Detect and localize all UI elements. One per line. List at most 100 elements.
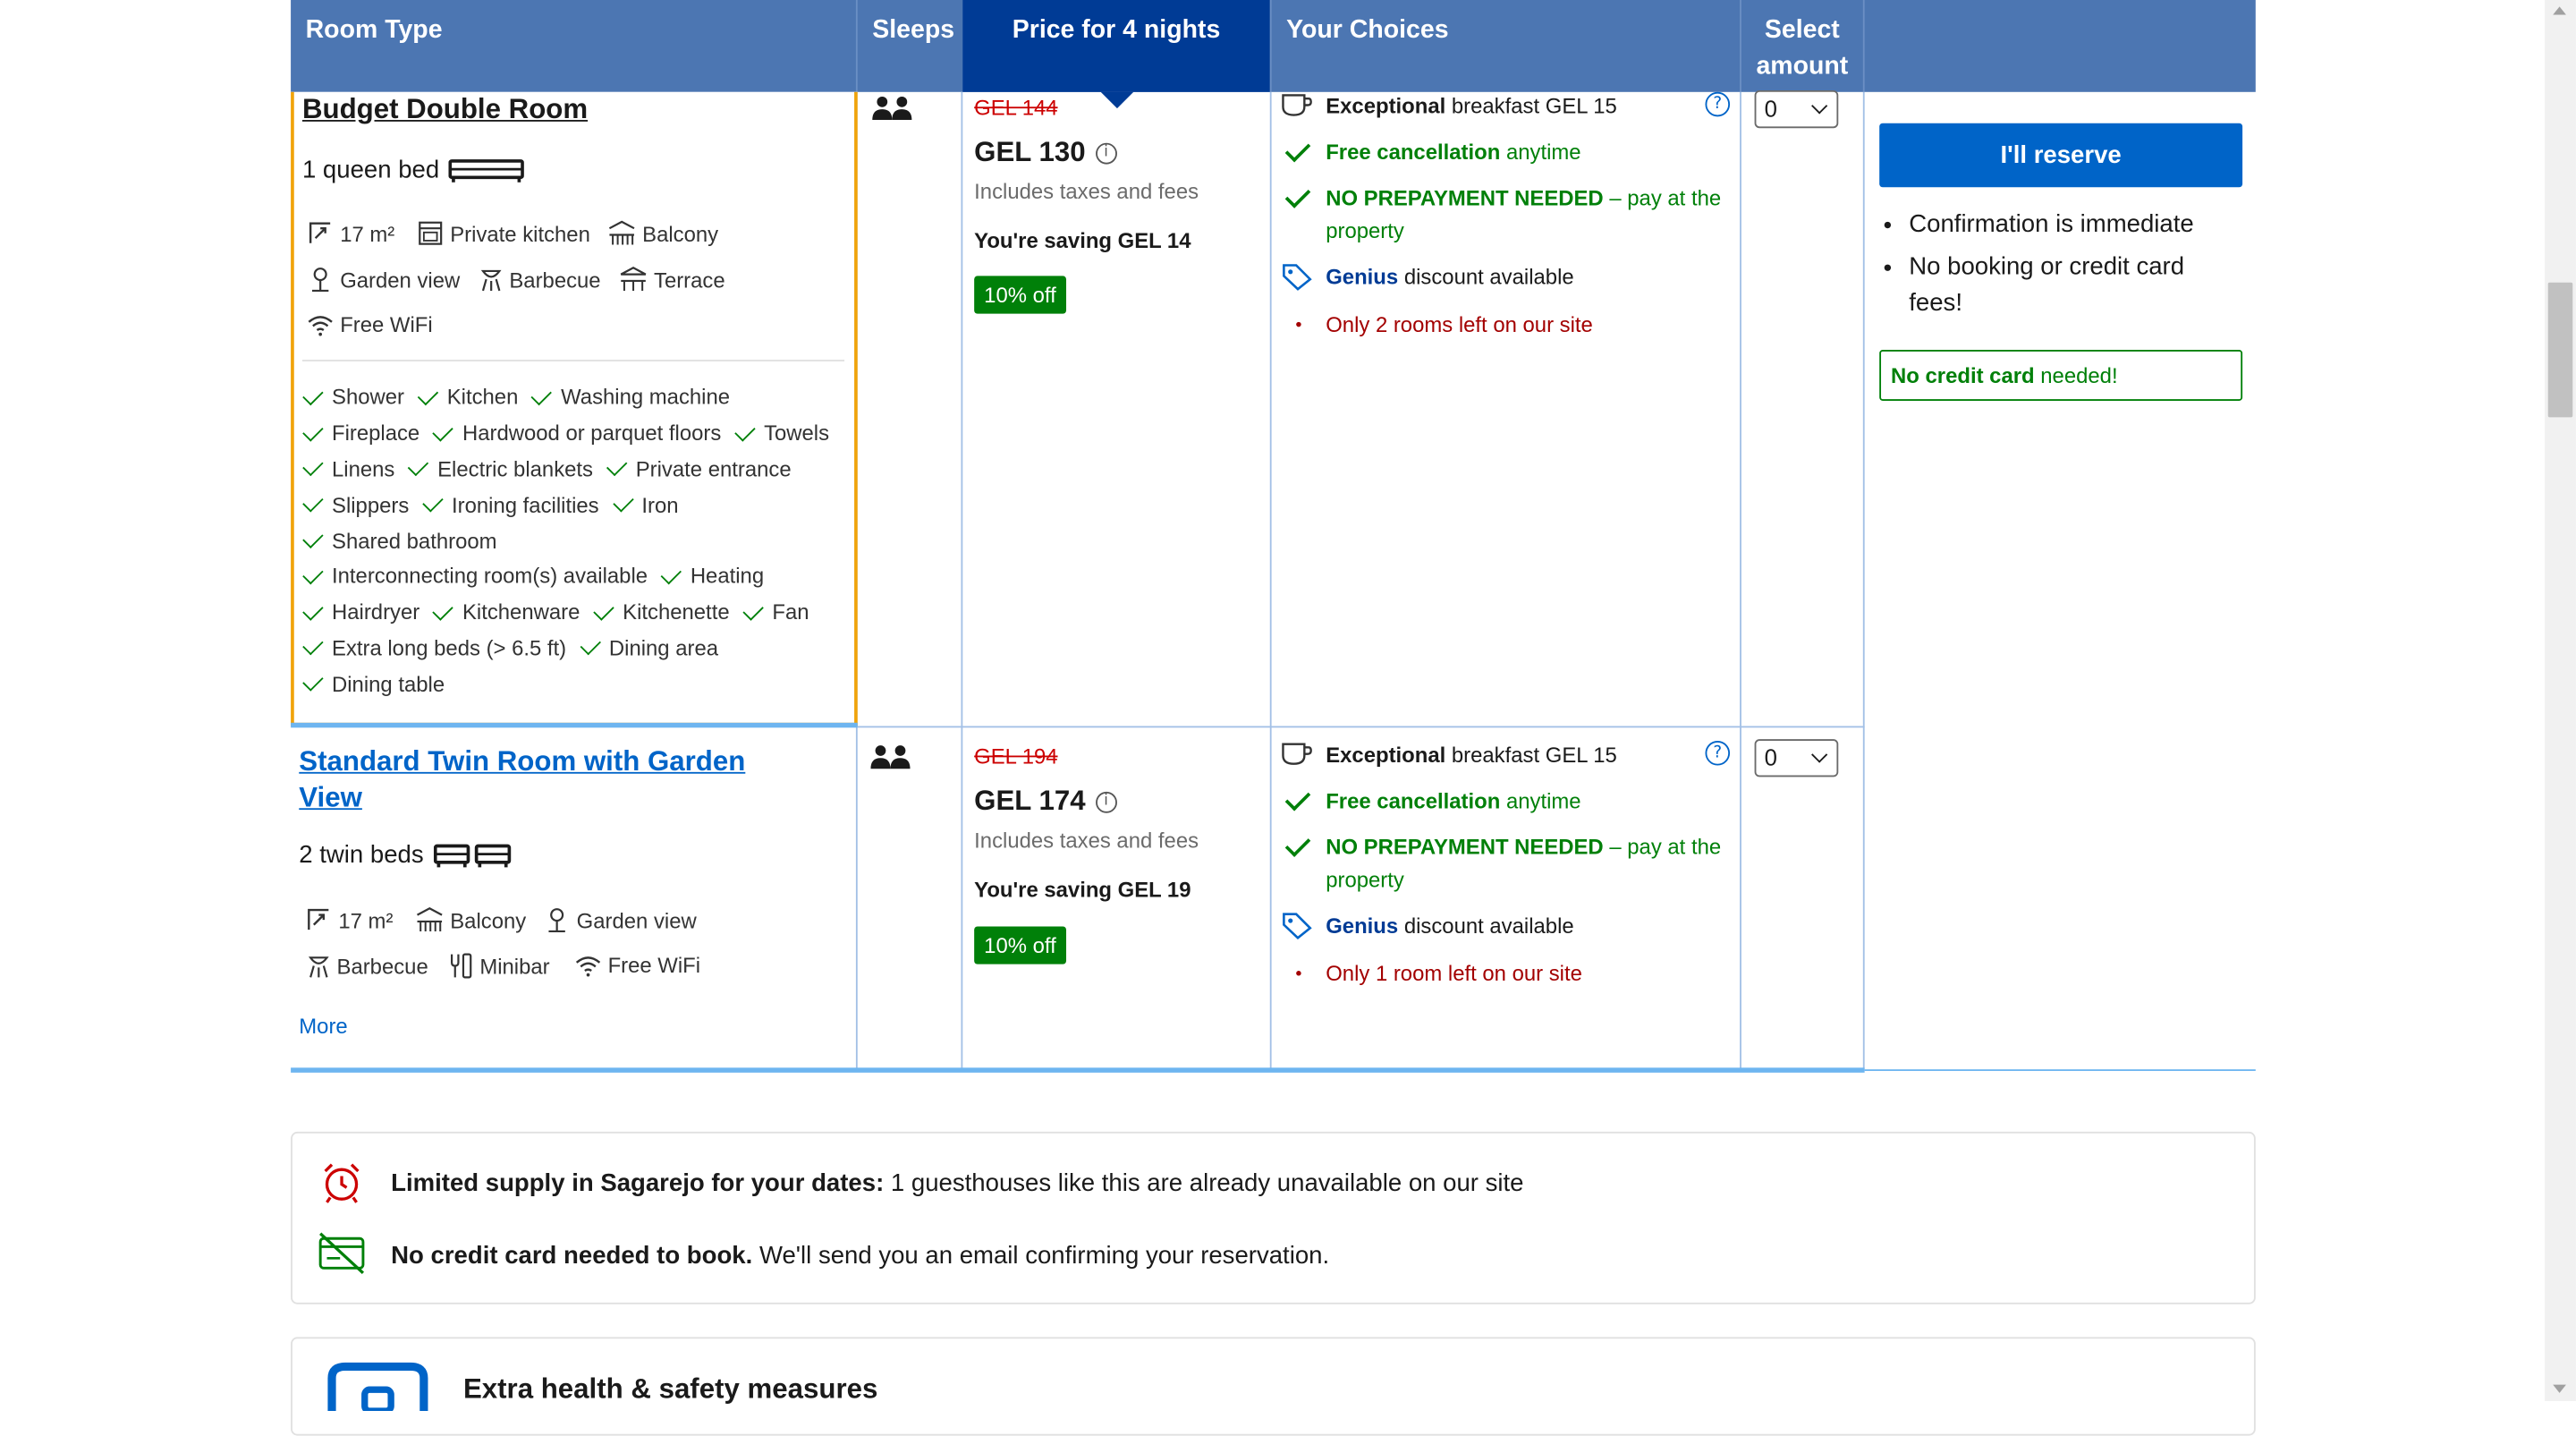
header-price[interactable]: Price for 4 nights (962, 0, 1270, 109)
room-name-link[interactable]: Standard Twin Room with Garden View (299, 744, 825, 817)
header-room-type[interactable]: Room Type (291, 0, 856, 92)
rooms-left-warning: Only 1 room left on our site (1326, 961, 1582, 986)
amenity-item: Private entrance (606, 451, 792, 487)
check-icon (661, 563, 682, 585)
bed-label: 2 twin beds (299, 840, 424, 869)
amenity-item: Slippers (302, 487, 409, 523)
amenity-item: Extra long beds (> 6.5 ft) (302, 630, 566, 666)
scroll-up-arrow-icon[interactable] (2553, 6, 2566, 15)
check-icon (580, 634, 601, 657)
balcony-icon (608, 220, 635, 245)
amenity-item: Linens (302, 451, 394, 487)
health-safety-card: Extra health & safety measures (291, 1337, 2256, 1436)
facility-size: 17 m² (307, 220, 394, 246)
two-guests-icon (870, 745, 911, 769)
amenity-item: Towels (734, 415, 829, 451)
facility-label: Barbecue (509, 267, 601, 292)
amenity-item: Shower (302, 379, 404, 415)
table-bottom-border (1864, 1069, 2256, 1072)
check-icon (593, 599, 614, 621)
amenities-list: Shower Kitchen Washing machine Fireplace… (302, 379, 852, 701)
amenity-item: Dining area (580, 630, 718, 666)
saving-note: You're saving GEL 14 (974, 228, 1191, 253)
row-divider (857, 726, 1865, 728)
facility-label: Minibar (479, 953, 550, 979)
amenity-item: Iron (612, 487, 679, 523)
amenity-item: Hairdryer (302, 594, 419, 630)
help-icon[interactable]: ? (1705, 740, 1731, 766)
facility-balcony: Balcony (416, 906, 527, 932)
check-icon (433, 420, 454, 442)
facility-private-kitchen: Private kitchen (418, 220, 590, 246)
price-info-icon[interactable]: i (1095, 141, 1117, 164)
check-icon (1284, 785, 1311, 811)
bullet-dot (1296, 971, 1301, 976)
check-icon (1284, 136, 1311, 163)
minibar-icon (450, 953, 472, 979)
alarm-clock-icon (324, 1163, 360, 1203)
no-credit-card-box: No credit card needed! (1879, 350, 2243, 401)
header-your-choices: Your Choices (1286, 16, 1449, 45)
table-bottom-border (291, 1067, 1865, 1073)
amenity-item: Kitchenette (593, 594, 730, 630)
kitchen-icon (419, 221, 443, 245)
facility-label: Free WiFi (340, 311, 433, 337)
check-icon (302, 527, 324, 549)
rooms-left-warning: Only 2 rooms left on our site (1326, 311, 1593, 337)
breakfast-cup-icon (1282, 94, 1312, 116)
column-divider (961, 91, 963, 1070)
room-amount-select[interactable]: 0 (1754, 739, 1839, 777)
info-card: Limited supply in Sagarejo for your date… (291, 1131, 2256, 1304)
check-icon (302, 670, 324, 693)
wifi-icon (575, 956, 601, 976)
amenity-item: Dining table (302, 666, 445, 701)
original-price: GEL 194 (974, 743, 1058, 769)
check-icon (302, 491, 324, 514)
facility-label: 17 m² (338, 907, 394, 932)
bullet-dot (1296, 321, 1301, 327)
scrollbar-track[interactable] (2545, 0, 2576, 1402)
benefit-item: No booking or credit card fees! (1909, 250, 2237, 322)
check-icon (606, 455, 628, 478)
header-sleeps[interactable]: Sleeps (858, 0, 962, 92)
facility-label: Free WiFi (607, 952, 701, 978)
breakfast-cup-icon (1282, 743, 1312, 765)
chevron-down-icon (1811, 98, 1828, 115)
free-cancellation: Free cancellation anytime (1326, 140, 1581, 165)
discount-badge: 10% off (974, 276, 1066, 314)
facility-garden-view: Garden view (307, 266, 460, 293)
help-icon[interactable]: ? (1705, 91, 1731, 117)
taxes-note: Includes taxes and fees (974, 179, 1199, 204)
check-icon (422, 491, 444, 514)
amenity-item: Shared bathroom (302, 523, 497, 558)
facility-label: Private kitchen (450, 220, 590, 246)
original-price: GEL 144 (974, 95, 1058, 121)
health-safety-title: Extra health & safety measures (462, 1372, 878, 1405)
column-divider (1862, 91, 1865, 1070)
reserve-button[interactable]: I'll reserve (1879, 123, 2243, 188)
room-amount-select[interactable]: 0 (1754, 89, 1839, 129)
amenity-item: Electric blankets (408, 451, 593, 487)
scroll-down-arrow-icon[interactable] (2553, 1384, 2566, 1393)
facility-label: Balcony (450, 907, 527, 932)
no-prepayment: NO PREPAYMENT NEEDED – pay at the propert… (1326, 185, 1722, 243)
scrollbar-thumb[interactable] (2547, 282, 2573, 418)
size-icon (309, 222, 331, 243)
facility-terrace: Terrace (619, 266, 725, 292)
amenity-item: Kitchen (417, 379, 518, 415)
twin-beds-icon (433, 844, 512, 868)
check-icon (302, 455, 324, 478)
facility-label: Balcony (642, 220, 719, 246)
more-link[interactable]: More (299, 1014, 347, 1039)
price-info-icon[interactable]: i (1095, 790, 1117, 812)
amenity-item: Washing machine (531, 379, 730, 415)
amenity-item: Ironing facilities (422, 487, 599, 523)
wifi-icon (308, 315, 333, 336)
facility-divider (301, 360, 845, 361)
tag-icon (1283, 264, 1312, 291)
facility-label: Terrace (654, 267, 725, 292)
no-credit-card-icon (318, 1232, 365, 1275)
size-icon (308, 908, 329, 930)
amenity-item: Hardwood or parquet floors (433, 415, 721, 451)
room-name-link[interactable]: Budget Double Room (302, 94, 588, 127)
